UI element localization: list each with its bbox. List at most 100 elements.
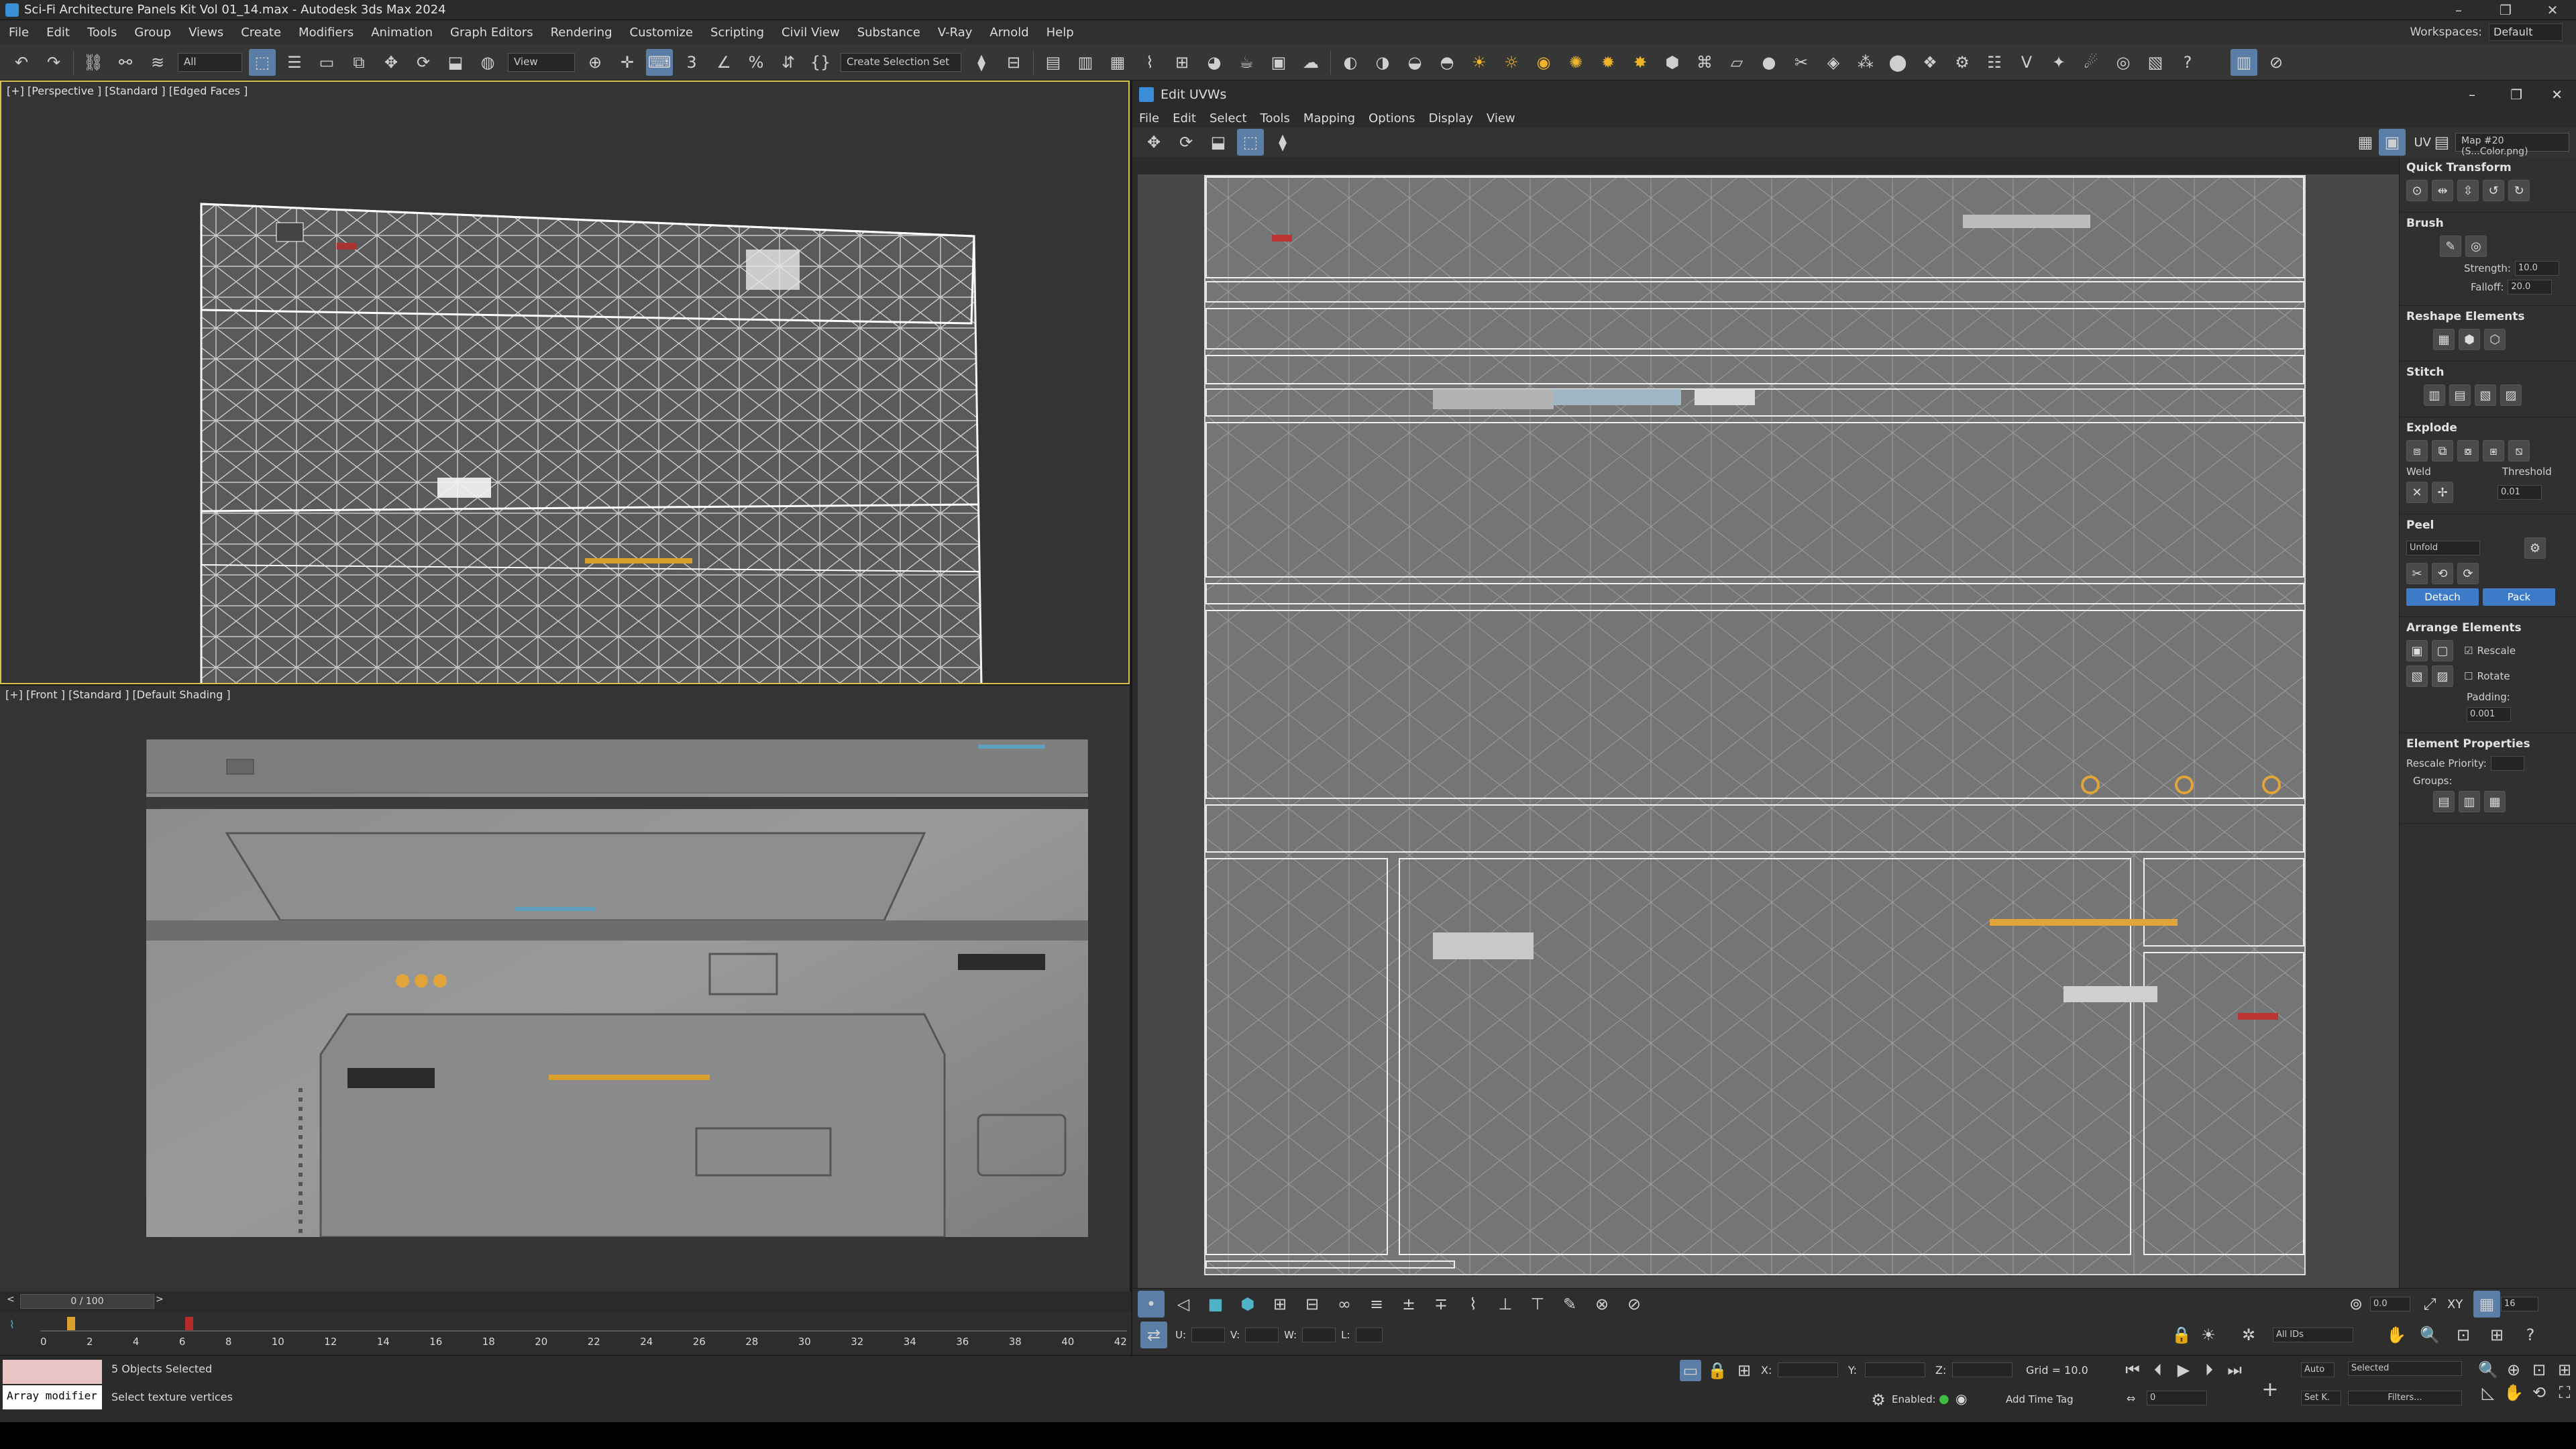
menu-create[interactable]: Create	[232, 25, 290, 40]
vray-sun-icon[interactable]: ☼	[1498, 49, 1525, 76]
layer-explorer-icon[interactable]: ▥	[1072, 49, 1099, 76]
weld-selected-icon[interactable]: ✕	[2406, 482, 2428, 503]
grid-size-spinner[interactable]: 16	[2501, 1297, 2538, 1311]
menu-edit[interactable]: Edit	[38, 25, 78, 40]
vray-frame-buffer-icon[interactable]: ◑	[1369, 49, 1396, 76]
perspective-viewport[interactable]: [+] [Perspective ] [Standard ] [Edged Fa…	[0, 80, 1130, 684]
x-coordinate-field[interactable]	[1778, 1362, 1838, 1377]
window-crossing-icon[interactable]: ⧉	[345, 49, 372, 76]
help-icon[interactable]: ?	[2517, 1322, 2544, 1348]
time-slider-thumb[interactable]: 0 / 100	[20, 1294, 154, 1309]
named-selection-dropdown[interactable]: Create Selection Set	[841, 52, 961, 72]
keyboard-shortcut-toggle-icon[interactable]: ⌨	[646, 48, 673, 76]
pack-normalize-icon[interactable]: ▣	[2406, 640, 2428, 661]
scale-icon[interactable]: ⬓	[442, 49, 469, 76]
zoom-extents-icon[interactable]: ⊞	[2483, 1322, 2510, 1348]
mini-curve-editor-icon[interactable]: ⌇	[9, 1318, 15, 1331]
y-coordinate-field[interactable]	[1865, 1362, 1925, 1377]
zoom-extents-all-icon[interactable]: ⊞	[2555, 1360, 2575, 1380]
padding-spinner[interactable]: 0.001	[2467, 707, 2511, 722]
auto-key-button[interactable]: Auto	[2301, 1362, 2334, 1377]
vertex-mode-icon[interactable]: •	[1138, 1291, 1165, 1318]
zoom-icon[interactable]: 🔍	[2416, 1322, 2443, 1348]
vray-lister-icon[interactable]: ☷	[1981, 49, 2008, 76]
maximize-viewport-icon[interactable]: ⛶	[2555, 1383, 2575, 1403]
reference-coordinate-dropdown[interactable]: View	[508, 52, 575, 72]
align-vertical-icon[interactable]: ⇳	[2457, 180, 2479, 201]
relax-brush-icon[interactable]: ◎	[2465, 235, 2487, 257]
uv-move-icon[interactable]: ✥	[1140, 129, 1167, 156]
next-frame-arrow-icon[interactable]: >	[156, 1294, 164, 1305]
place-icon[interactable]: ◍	[474, 49, 501, 76]
vray-light-lister-icon[interactable]: ☀	[1466, 49, 1493, 76]
explode-by-material-icon[interactable]: ⧇	[2457, 440, 2479, 462]
uv-scale-icon[interactable]: ⬓	[1205, 129, 1232, 156]
curve-editor-icon[interactable]: ⌇	[1136, 49, 1163, 76]
vray-proxy-icon[interactable]: ⬢	[1659, 49, 1686, 76]
arnold-light-icon[interactable]: ☄	[2078, 49, 2104, 76]
vray-scene-converter-icon[interactable]: ⚙	[1949, 49, 1976, 76]
select-object-icon[interactable]: ⬚	[249, 48, 276, 76]
rollout-title[interactable]: Stitch	[2406, 366, 2569, 379]
adaptive-degradation-icon[interactable]: ⚙	[1868, 1389, 1889, 1411]
menu-animation[interactable]: Animation	[362, 25, 441, 40]
redo-icon[interactable]: ↷	[40, 49, 67, 76]
lock-icon[interactable]: 🔒	[2168, 1322, 2195, 1348]
target-weld-icon[interactable]: ✢	[2432, 482, 2453, 503]
uv-menu-mapping[interactable]: Mapping	[1297, 111, 1362, 125]
viewport-label[interactable]: [+] [Perspective ] [Standard ] [Edged Fa…	[7, 85, 248, 97]
paint-select-plus-icon[interactable]: ⊗	[1589, 1291, 1615, 1318]
lock-selection-icon[interactable]: ⤢	[2416, 1291, 2443, 1318]
add-time-tag[interactable]: Add Time Tag	[2006, 1393, 2074, 1405]
rotate-icon[interactable]: ⟳	[410, 49, 437, 76]
schematic-view-icon[interactable]: ⊞	[1169, 49, 1195, 76]
options-icon[interactable]: ✲	[2235, 1322, 2262, 1348]
next-frame-icon[interactable]: ⏵	[2199, 1360, 2219, 1380]
uv-minimize-button[interactable]: –	[2469, 87, 2475, 103]
rollout-title[interactable]: Quick Transform	[2406, 161, 2569, 174]
strength-spinner[interactable]: 10.0	[2514, 261, 2559, 276]
align-horizontal-icon[interactable]: ⇹	[2432, 180, 2453, 201]
menu-help[interactable]: Help	[1038, 25, 1083, 40]
rendered-frame-window-icon[interactable]: ▣	[1265, 49, 1292, 76]
key-mode-toggle-icon[interactable]: ⇔	[2127, 1392, 2135, 1405]
arnold-scene-icon[interactable]: ▧	[2142, 49, 2169, 76]
rollout-title[interactable]: Explode	[2406, 421, 2569, 435]
menu-views[interactable]: Views	[180, 25, 232, 40]
workspaces-dropdown[interactable]: Default	[2489, 23, 2563, 41]
u-spinner[interactable]	[1191, 1328, 1226, 1342]
grow-loop-icon[interactable]: ±	[1395, 1291, 1422, 1318]
absolute-mode-icon[interactable]: ⊞	[1733, 1360, 1755, 1381]
select-manipulate-icon[interactable]: ✛	[614, 49, 641, 76]
uv-menu-view[interactable]: View	[1480, 111, 1522, 125]
percent-snap-icon[interactable]: %	[743, 49, 769, 76]
spinner-snap-icon[interactable]: ⇵	[775, 49, 802, 76]
vray-decal-icon[interactable]: ◈	[1820, 49, 1847, 76]
bulb-icon[interactable]: ☀	[2195, 1322, 2222, 1348]
field-of-view-icon[interactable]: ◺	[2478, 1383, 2498, 1403]
menu-modifiers[interactable]: Modifiers	[290, 25, 362, 40]
grow-selection-icon[interactable]: ⊞	[1267, 1291, 1293, 1318]
maximize-button[interactable]: ❐	[2482, 0, 2529, 20]
menu-rendering[interactable]: Rendering	[542, 25, 621, 40]
stitch-to-target-icon[interactable]: ▥	[2424, 384, 2445, 406]
vray-material-library-icon[interactable]: ❖	[1917, 49, 1943, 76]
uv-maximize-button[interactable]: ❐	[2510, 87, 2522, 103]
soft-selection-falloff-icon[interactable]: ⊚	[2343, 1291, 2369, 1318]
material-id-dropdown[interactable]: All IDs	[2273, 1328, 2353, 1342]
rescale-checkbox[interactable]: ☑	[2464, 645, 2473, 657]
bind-space-warp-icon[interactable]: ≋	[144, 49, 171, 76]
falloff-spinner[interactable]: 20.0	[2508, 280, 2553, 294]
enabled-indicator-icon[interactable]: ●	[1939, 1392, 1949, 1406]
rollout-title[interactable]: Arrange Elements	[2406, 621, 2569, 635]
quick-peel-icon[interactable]: ✂	[2406, 563, 2428, 584]
vray-light-icon[interactable]: ◒	[1401, 49, 1428, 76]
menu-tools[interactable]: Tools	[78, 25, 125, 40]
zoom-extents-icon[interactable]: ⊡	[2529, 1360, 2549, 1380]
edit-named-selection-icon[interactable]: {}	[807, 49, 834, 76]
relax-icon[interactable]: ⬢	[2459, 329, 2480, 350]
select-group-icon[interactable]: ▦	[2484, 791, 2506, 812]
loop-icon[interactable]: ∞	[1331, 1291, 1358, 1318]
detach-button[interactable]: Detach	[2406, 588, 2479, 606]
track-bar[interactable]: ⌇ 0 2 4 6 8 10 12 14 16 18 20 22 24 26 2…	[0, 1311, 1131, 1355]
